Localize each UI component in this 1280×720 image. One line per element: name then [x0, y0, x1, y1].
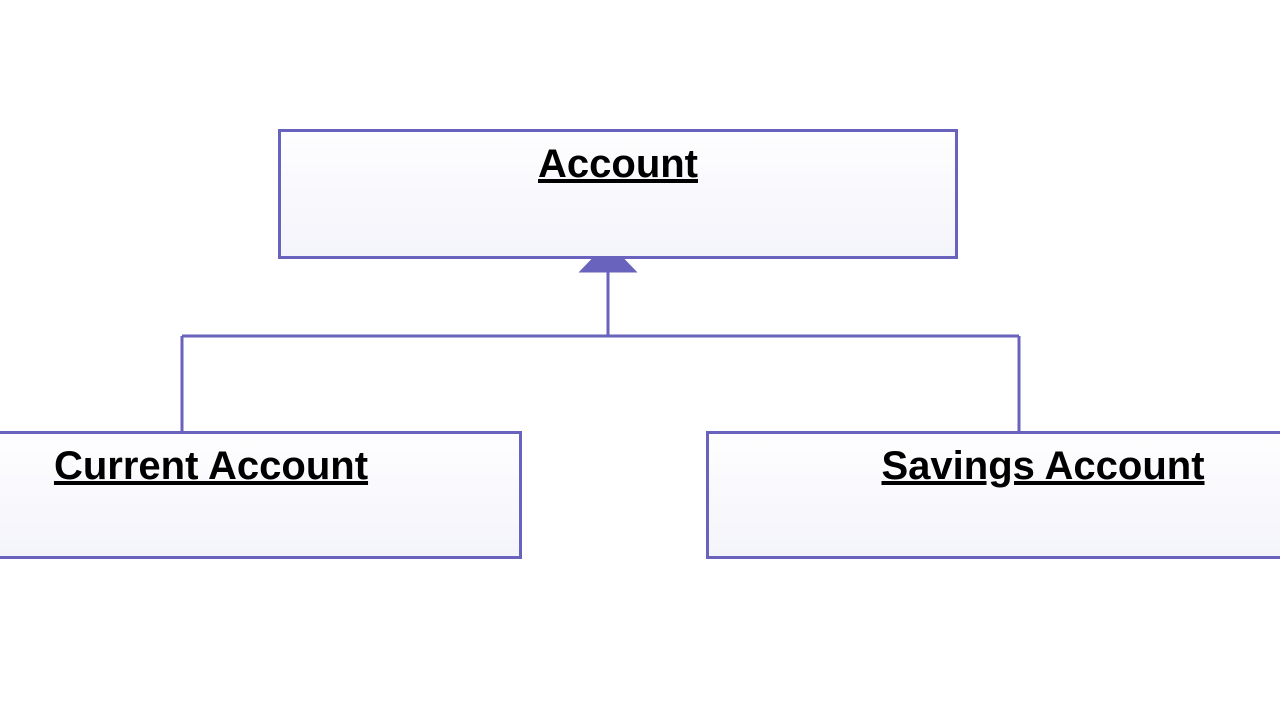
class-box-savings-account: Savings Account — [706, 431, 1280, 559]
diagram-canvas: Account Current Account Savings Account — [0, 0, 1280, 720]
class-label-savings-account: Savings Account — [881, 442, 1204, 490]
class-label-account: Account — [538, 140, 698, 188]
class-box-account: Account — [278, 129, 958, 259]
class-label-current-account: Current Account — [54, 442, 368, 490]
class-box-current-account: Current Account — [0, 431, 522, 559]
inheritance-edges — [0, 0, 1280, 720]
